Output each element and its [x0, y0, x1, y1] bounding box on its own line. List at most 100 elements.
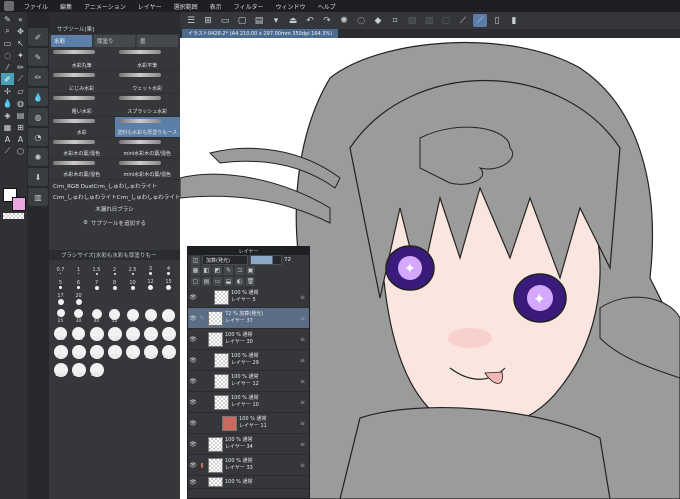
protect-icon[interactable]: ▦	[191, 266, 200, 275]
menu-icon[interactable]: ☰	[184, 14, 198, 27]
menu-file[interactable]: ファイル	[18, 2, 54, 11]
fill-icon[interactable]: ◆	[371, 14, 385, 27]
eye-icon[interactable]: 👁	[188, 336, 198, 343]
new-vector-icon[interactable]: ▤	[202, 277, 211, 286]
brush-item[interactable]: ウェット水彩	[115, 71, 181, 93]
size-cell[interactable]: 80	[160, 309, 177, 324]
layer-row[interactable]: 👁 100 % 通常 レイヤー 29 ≡	[188, 350, 309, 371]
size-cell[interactable]: 100	[52, 327, 69, 342]
size-cell[interactable]: 17	[52, 292, 69, 305]
select-show-icon[interactable]: ▢	[439, 14, 453, 27]
layer-row[interactable]: 👁 100 % 通常 レイヤー 34 ≡	[188, 434, 309, 455]
palette-icon[interactable]: ◫	[191, 255, 200, 265]
layer-handle-icon[interactable]: ≡	[300, 357, 305, 364]
eye-icon[interactable]: 👁	[188, 420, 198, 427]
frame-icon[interactable]: ▦	[1, 121, 14, 133]
gradient-icon[interactable]: ◈	[1, 109, 14, 121]
grid-icon[interactable]: ⊞	[201, 14, 215, 27]
brush-item[interactable]: mini水彩木の葉/混色	[115, 159, 181, 179]
brush-item[interactable]: mini水彩木の葉/混色	[115, 138, 181, 158]
pen-group-icon[interactable]: ✎	[28, 48, 48, 66]
size-cell[interactable]: 150	[88, 327, 105, 342]
blend-icon[interactable]: 💧	[1, 97, 14, 109]
layer-row[interactable]: 👁 100 % 通常 レイヤー 30 ≡	[188, 329, 309, 350]
size-cell[interactable]: 700	[106, 345, 123, 360]
color-icon[interactable]: ▣	[246, 266, 255, 275]
wand-icon[interactable]: ✦	[14, 49, 27, 61]
eye-icon[interactable]: 👁	[188, 399, 198, 406]
size-cell[interactable]: 70	[142, 309, 159, 324]
balloon-icon[interactable]: A	[14, 133, 27, 145]
lock-alpha-icon[interactable]: ◧	[202, 266, 211, 275]
pen-icon[interactable]: ✎	[1, 13, 14, 25]
opacity-slider[interactable]	[250, 255, 282, 265]
size-cell[interactable]: 10	[124, 278, 141, 291]
menu-help[interactable]: ヘルプ	[312, 2, 342, 11]
eraser-icon[interactable]: ▱	[14, 85, 27, 97]
size-cell[interactable]: 4	[160, 264, 177, 277]
size-cell[interactable]: 30	[70, 309, 87, 324]
size-cell[interactable]: 50	[106, 309, 123, 324]
layer-row[interactable]: 👁 100 % 通常 レイヤー 11 ≡	[188, 413, 309, 434]
draft-icon[interactable]: ✎	[224, 266, 233, 275]
size-cell[interactable]: 1700	[70, 363, 87, 378]
text-icon[interactable]: A	[1, 133, 14, 145]
size-cell[interactable]: 7	[88, 278, 105, 291]
menu-selection[interactable]: 選択範囲	[168, 2, 204, 11]
layer-handle-icon[interactable]: ≡	[300, 336, 305, 343]
layer-handle-icon[interactable]: ≡	[300, 315, 305, 322]
open-folder-icon[interactable]: ▤	[252, 14, 266, 27]
brush-item[interactable]: 水彩	[49, 117, 115, 137]
size-cell[interactable]: 600	[88, 345, 105, 360]
device-icon[interactable]: ▮	[507, 14, 521, 27]
size-cell[interactable]: 15	[160, 278, 177, 291]
decoration-icon[interactable]: ✢	[1, 85, 14, 97]
document-tab[interactable]: イラスト0426-2* (A4 210.00 x 297.00mm 350dpi…	[182, 29, 339, 38]
ink-group-icon[interactable]: 💧	[28, 88, 48, 106]
size-cell[interactable]: 6	[70, 278, 87, 291]
layer-handle-icon[interactable]: ≡	[300, 441, 305, 448]
menu-filter[interactable]: フィルター	[228, 2, 270, 11]
layer-handle-icon[interactable]: ≡	[300, 294, 305, 301]
opacity-value[interactable]: 72	[284, 257, 291, 263]
lasso-icon[interactable]: ◌	[1, 49, 14, 61]
clear-icon[interactable]: ◌	[354, 14, 368, 27]
size-cell[interactable]: 60	[124, 309, 141, 324]
eye-icon[interactable]: 👁	[188, 294, 198, 301]
size-cell[interactable]: 25	[52, 309, 69, 324]
zoom-icon[interactable]: ⌕	[1, 25, 14, 37]
app-icon[interactable]	[4, 1, 14, 11]
select-clear-icon[interactable]: ▨	[405, 14, 419, 27]
undo-icon[interactable]: ↶	[303, 14, 317, 27]
sub-color-swatch[interactable]	[12, 197, 26, 211]
new-folder-icon[interactable]: ▭	[213, 277, 222, 286]
export-icon[interactable]: ⏏	[286, 14, 300, 27]
menu-window[interactable]: ウィンドウ	[270, 2, 312, 11]
size-cell[interactable]: 40	[88, 309, 105, 324]
eye-icon[interactable]: 👁	[188, 441, 198, 448]
airbrush-group-icon[interactable]: ✺	[28, 148, 48, 166]
size-cell[interactable]: 8	[106, 278, 123, 291]
brush-item[interactable]: Crm_しゅわしゅわライトCrm_しゅわしゅわライト	[49, 191, 180, 202]
ruler-icon[interactable]: ⊞	[14, 121, 27, 133]
layout-icon[interactable]: ▭	[218, 14, 232, 27]
layer-handle-icon[interactable]: ≡	[300, 462, 305, 469]
mask-icon[interactable]: ◐	[235, 277, 244, 286]
eye-icon[interactable]: 👁	[188, 462, 198, 469]
tab-watercolor[interactable]: 水彩	[51, 35, 92, 47]
add-subtool-button[interactable]: ⚙ サブツールを追加する	[49, 216, 180, 230]
size-cell[interactable]: 3	[142, 264, 159, 277]
brush-item[interactable]: 木漏れ日ブラシ	[49, 202, 180, 216]
layer-handle-icon[interactable]: ≡	[300, 378, 305, 385]
eye-icon[interactable]: 👁	[188, 479, 198, 486]
airbrush-icon[interactable]: ⟋	[14, 73, 27, 85]
menu-edit[interactable]: 編集	[54, 2, 78, 11]
size-cell[interactable]: 2000	[88, 363, 105, 378]
stroke-snap-icon[interactable]: ⟋	[473, 14, 487, 27]
size-cell[interactable]: 1500	[52, 363, 69, 378]
layer-row-selected[interactable]: 👁 ✎ 72 % 加算(発光) レイヤー 37 ≡	[188, 308, 309, 329]
redo-icon[interactable]: ↷	[320, 14, 334, 27]
size-cell[interactable]: 2	[106, 264, 123, 277]
layer-handle-icon[interactable]: ≡	[300, 420, 305, 427]
brush-item-selected[interactable]: 塗料も水彩も厚塗りも一ス	[114, 117, 180, 137]
